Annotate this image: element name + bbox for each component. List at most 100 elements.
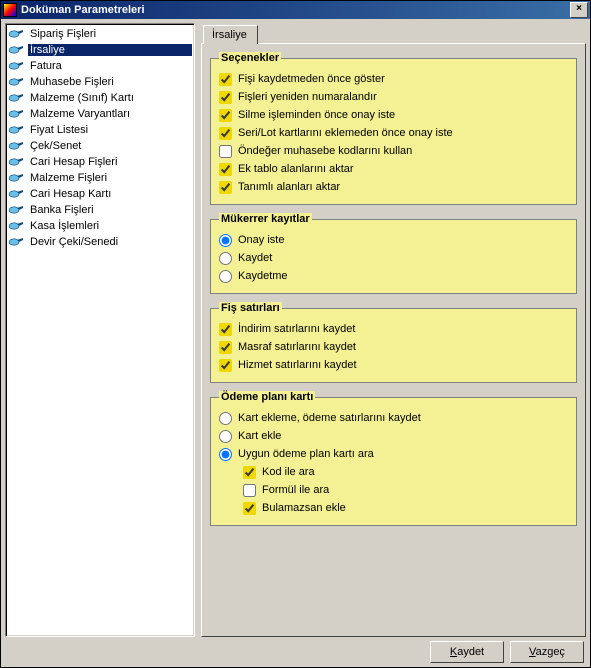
close-button[interactable]: × bbox=[570, 2, 588, 18]
document-icon bbox=[8, 171, 24, 185]
option-row[interactable]: Formül ile ara bbox=[219, 481, 568, 499]
option-row[interactable]: Bulamazsan ekle bbox=[219, 499, 568, 517]
window: Doküman Parametreleri × Sipariş Fişleriİ… bbox=[0, 0, 591, 668]
checkbox-input[interactable] bbox=[219, 73, 232, 86]
option-row[interactable]: Ek tablo alanlarını aktar bbox=[219, 160, 568, 178]
option-label: Kart ekle bbox=[238, 430, 281, 442]
sidebar-item-label: Fiyat Listesi bbox=[28, 124, 192, 136]
radio-input[interactable] bbox=[219, 448, 232, 461]
option-row[interactable]: Kod ile ara bbox=[219, 463, 568, 481]
group-mukerrer-title: Mükerrer kayıtlar bbox=[219, 213, 312, 225]
sidebar-item[interactable]: Muhasebe Fişleri bbox=[8, 74, 192, 90]
option-row[interactable]: Fişi kaydetmeden önce göster bbox=[219, 70, 568, 88]
sidebar-item[interactable]: Kasa İşlemleri bbox=[8, 218, 192, 234]
document-icon bbox=[8, 59, 24, 73]
radio-input[interactable] bbox=[219, 412, 232, 425]
option-label: Fişi kaydetmeden önce göster bbox=[238, 73, 385, 85]
checkbox-input[interactable] bbox=[219, 341, 232, 354]
checkbox-input[interactable] bbox=[243, 466, 256, 479]
option-row[interactable]: Kart ekleme, ödeme satırlarını kaydet bbox=[219, 409, 568, 427]
group-odeme-plani-title: Ödeme planı kartı bbox=[219, 391, 315, 403]
option-label: Ek tablo alanlarını aktar bbox=[238, 163, 354, 175]
option-row[interactable]: Seri/Lot kartlarını eklemeden önce onay … bbox=[219, 124, 568, 142]
radio-input[interactable] bbox=[219, 234, 232, 247]
option-row[interactable]: Öndeğer muhasebe kodlarını kullan bbox=[219, 142, 568, 160]
sidebar-item-label: Cari Hesap Fişleri bbox=[28, 156, 192, 168]
sidebar-item[interactable]: Çek/Senet bbox=[8, 138, 192, 154]
sidebar-item[interactable]: Devir Çeki/Senedi bbox=[8, 234, 192, 250]
sidebar-item-label: Malzeme Varyantları bbox=[28, 108, 192, 120]
radio-input[interactable] bbox=[219, 430, 232, 443]
option-row[interactable]: Hizmet satırlarını kaydet bbox=[219, 356, 568, 374]
document-icon bbox=[8, 203, 24, 217]
tab-irsaliye[interactable]: İrsaliye bbox=[203, 25, 258, 44]
option-row[interactable]: Uygun ödeme plan kartı ara bbox=[219, 445, 568, 463]
group-secenekler-title: Seçenekler bbox=[219, 52, 281, 64]
option-row[interactable]: İndirim satırlarını kaydet bbox=[219, 320, 568, 338]
tab-panel: Seçenekler Fişi kaydetmeden önce göster F… bbox=[201, 43, 586, 637]
button-row: Kaydet Vazgeç bbox=[5, 637, 586, 663]
sidebar-item[interactable]: İrsaliye bbox=[8, 42, 192, 58]
option-row[interactable]: Fişleri yeniden numaralandır bbox=[219, 88, 568, 106]
option-row[interactable]: Tanımlı alanları aktar bbox=[219, 178, 568, 196]
sidebar-item-label: Çek/Senet bbox=[28, 140, 192, 152]
checkbox-input[interactable] bbox=[219, 145, 232, 158]
document-icon bbox=[8, 107, 24, 121]
radio-input[interactable] bbox=[219, 252, 232, 265]
sidebar-item-label: Devir Çeki/Senedi bbox=[28, 236, 192, 248]
sidebar-item[interactable]: Banka Fişleri bbox=[8, 202, 192, 218]
sidebar-item[interactable]: Malzeme Varyantları bbox=[8, 106, 192, 122]
checkbox-input[interactable] bbox=[219, 91, 232, 104]
sidebar-item-label: İrsaliye bbox=[28, 44, 192, 56]
option-label: Seri/Lot kartlarını eklemeden önce onay … bbox=[238, 127, 453, 139]
option-label: Öndeğer muhasebe kodlarını kullan bbox=[238, 145, 412, 157]
radio-input[interactable] bbox=[219, 270, 232, 283]
sidebar: Sipariş Fişleri İrsaliye FaturaMuhasebe Fi… bbox=[5, 23, 195, 637]
sidebar-item[interactable]: Cari Hesap Kartı bbox=[8, 186, 192, 202]
option-row[interactable]: Masraf satırlarını kaydet bbox=[219, 338, 568, 356]
checkbox-input[interactable] bbox=[219, 359, 232, 372]
checkbox-input[interactable] bbox=[219, 181, 232, 194]
document-icon bbox=[8, 27, 24, 41]
checkbox-input[interactable] bbox=[243, 484, 256, 497]
content-area: İrsaliye Seçenekler Fişi kaydetmeden önc… bbox=[201, 23, 586, 637]
option-label: Hizmet satırlarını kaydet bbox=[238, 359, 357, 371]
option-label: Masraf satırlarını kaydet bbox=[238, 341, 356, 353]
option-row[interactable]: Silme işleminden önce onay iste bbox=[219, 106, 568, 124]
document-icon bbox=[8, 123, 24, 137]
document-icon bbox=[8, 219, 24, 233]
save-button[interactable]: Kaydet bbox=[430, 641, 504, 663]
document-icon bbox=[8, 75, 24, 89]
sidebar-item[interactable]: Malzeme Fişleri bbox=[8, 170, 192, 186]
group-mukerrer: Mükerrer kayıtlar Onay isteKaydetKaydetm… bbox=[210, 213, 577, 294]
document-icon bbox=[8, 155, 24, 169]
app-icon bbox=[3, 3, 17, 17]
sidebar-item[interactable]: Malzeme (Sınıf) Kartı bbox=[8, 90, 192, 106]
tab-strip: İrsaliye bbox=[201, 23, 586, 43]
document-icon bbox=[8, 43, 24, 57]
sidebar-item[interactable]: Sipariş Fişleri bbox=[8, 26, 192, 42]
checkbox-input[interactable] bbox=[219, 323, 232, 336]
group-fis-satirlari-title: Fiş satırları bbox=[219, 302, 282, 314]
option-row[interactable]: Kaydet bbox=[219, 249, 568, 267]
option-row[interactable]: Onay iste bbox=[219, 231, 568, 249]
tab-label: İrsaliye bbox=[212, 29, 247, 41]
checkbox-input[interactable] bbox=[219, 163, 232, 176]
document-icon bbox=[8, 235, 24, 249]
option-label: Tanımlı alanları aktar bbox=[238, 181, 340, 193]
checkbox-input[interactable] bbox=[243, 502, 256, 515]
option-row[interactable]: Kaydetme bbox=[219, 267, 568, 285]
sidebar-item[interactable]: Fiyat Listesi bbox=[8, 122, 192, 138]
sidebar-item-label: Kasa İşlemleri bbox=[28, 220, 192, 232]
checkbox-input[interactable] bbox=[219, 127, 232, 140]
option-label: İndirim satırlarını kaydet bbox=[238, 323, 355, 335]
option-row[interactable]: Kart ekle bbox=[219, 427, 568, 445]
sidebar-item-label: Malzeme Fişleri bbox=[28, 172, 192, 184]
checkbox-input[interactable] bbox=[219, 109, 232, 122]
option-label: Bulamazsan ekle bbox=[262, 502, 346, 514]
option-label: Kod ile ara bbox=[262, 466, 315, 478]
option-label: Formül ile ara bbox=[262, 484, 329, 496]
cancel-button[interactable]: Vazgeç bbox=[510, 641, 584, 663]
sidebar-item[interactable]: Cari Hesap Fişleri bbox=[8, 154, 192, 170]
sidebar-item[interactable]: Fatura bbox=[8, 58, 192, 74]
